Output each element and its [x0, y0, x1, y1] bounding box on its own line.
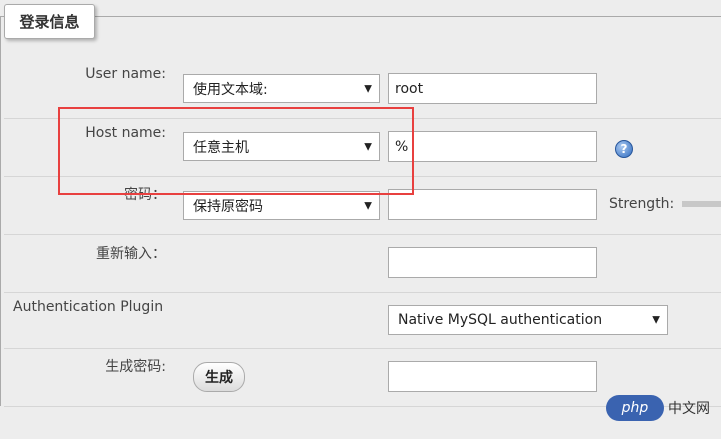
retype-password-input[interactable] [388, 247, 597, 278]
generate-label: 生成密码: [105, 359, 166, 375]
password-mode-select[interactable]: 保持原密码 ▼ [183, 191, 380, 220]
username-input[interactable]: root [388, 73, 597, 104]
auth-plugin-select[interactable]: Native MySQL authentication ▼ [388, 305, 668, 335]
row-separator [4, 234, 721, 235]
password-input[interactable] [388, 189, 597, 220]
fieldset-border-left [0, 16, 1, 406]
highlight-box [58, 107, 414, 195]
help-icon[interactable]: ? [615, 140, 633, 158]
generated-password-input[interactable] [388, 361, 597, 392]
login-info-panel: 登录信息 User name: 使用文本域: ▼ root Host name:… [0, 0, 721, 439]
retype-label: 重新输入： [96, 246, 166, 262]
fieldset-border-top [0, 16, 721, 17]
auth-plugin-label: Authentication Plugin [13, 299, 164, 315]
dropdown-arrow-icon: ▼ [652, 314, 660, 326]
php-logo: php [606, 395, 664, 421]
strength-label: Strength: [609, 196, 675, 212]
hostname-input[interactable]: % [388, 131, 597, 162]
password-mode-value: 保持原密码 [193, 198, 263, 215]
dropdown-arrow-icon: ▼ [364, 200, 372, 211]
generate-password-button[interactable]: 生成 [193, 362, 245, 392]
auth-plugin-value: Native MySQL authentication [398, 312, 603, 328]
username-label: User name: [85, 66, 166, 82]
row-separator [4, 292, 721, 293]
watermark-text: 中文网 [668, 401, 710, 417]
username-type-select[interactable]: 使用文本域: ▼ [183, 74, 380, 103]
fieldset-legend: 登录信息 [4, 4, 95, 39]
username-type-value: 使用文本域: [193, 81, 268, 98]
password-strength-meter [682, 201, 721, 207]
watermark: php 中文网 [606, 395, 710, 421]
row-separator [4, 348, 721, 349]
dropdown-arrow-icon: ▼ [364, 83, 372, 94]
